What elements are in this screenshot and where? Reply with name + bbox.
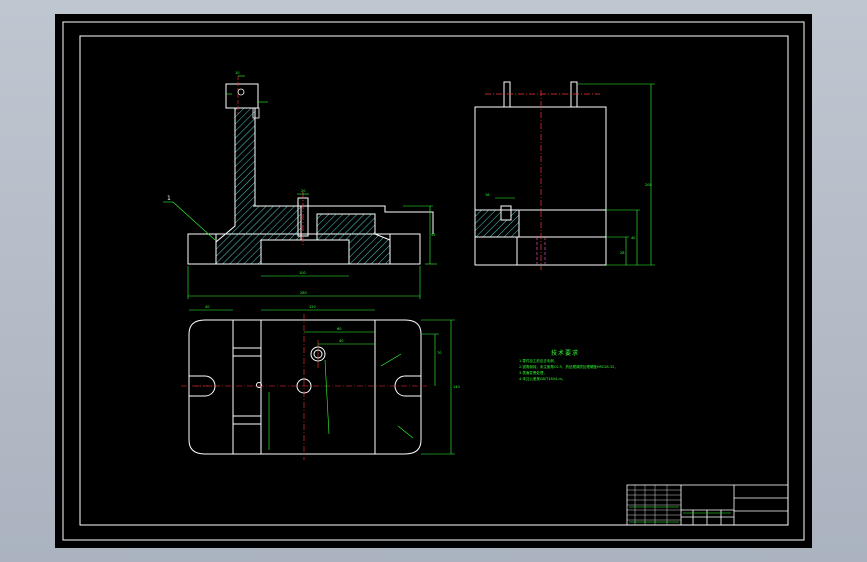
front-view-dimensions — [163, 75, 437, 299]
outer-frame — [62, 21, 805, 541]
svg-text:100: 100 — [299, 271, 306, 275]
circle-hole-icon — [237, 88, 245, 96]
svg-text:70: 70 — [437, 351, 441, 355]
technical-requirement-line: 2.锐角倒钝，未注倒角C0.5，热处理调质处理硬度HRC28-32， — [519, 365, 618, 369]
title-block-grid — [627, 485, 681, 525]
svg-text:200: 200 — [645, 183, 652, 187]
inner-frame — [79, 35, 789, 526]
svg-text:55: 55 — [431, 233, 435, 237]
top-view — [188, 319, 422, 455]
top-view-dimensions — [189, 309, 455, 455]
technical-requirement-line: 1.零件加工前应去毛刺， — [519, 359, 558, 363]
svg-text:40: 40 — [205, 305, 209, 309]
side-view — [474, 81, 607, 266]
technical-requirement-line: 4.未注公差按GB/T1804-m。 — [519, 377, 566, 381]
front-view-pin-head — [225, 83, 259, 109]
svg-text:140: 140 — [453, 385, 460, 389]
svg-text:28: 28 — [620, 251, 624, 255]
svg-text:120: 120 — [309, 305, 316, 309]
side-view-section — [474, 209, 520, 238]
svg-text:16: 16 — [485, 193, 489, 197]
svg-text:20: 20 — [301, 189, 305, 193]
svg-text:40: 40 — [631, 236, 635, 240]
svg-text:10: 10 — [235, 71, 239, 75]
front-view-arm-section — [215, 107, 302, 265]
technical-requirement-line: 3.表面发黑处理， — [519, 371, 547, 375]
drawing-viewport[interactable]: 280 100 55 10 20 1 200 40 28 16 140 70 6… — [55, 14, 812, 548]
technical-requirements-title: 技术要求 — [551, 350, 580, 357]
svg-text:60: 60 — [337, 327, 341, 331]
svg-text:40: 40 — [339, 339, 343, 343]
front-view-right-section — [316, 213, 391, 265]
cad-drawing: 280 100 55 10 20 1 200 40 28 16 140 70 6… — [62, 21, 805, 541]
svg-text:280: 280 — [300, 291, 307, 295]
part-callout: 1 — [167, 195, 171, 202]
top-view-centerlines — [181, 314, 427, 460]
